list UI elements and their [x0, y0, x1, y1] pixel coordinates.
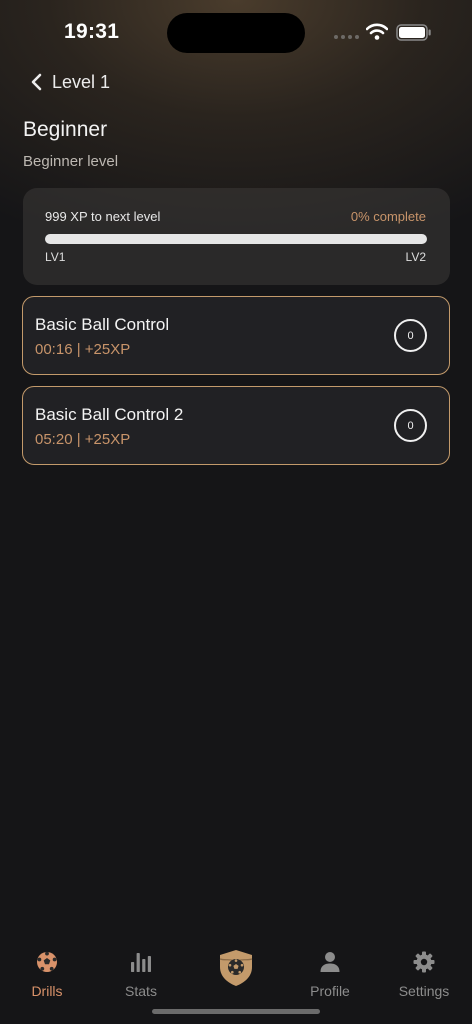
- battery-icon: [396, 24, 431, 41]
- tab-label: Profile: [310, 983, 350, 999]
- status-bar: 19:31: [0, 0, 472, 64]
- gear-icon: [413, 951, 435, 973]
- xp-to-next-level: 999 XP to next level: [45, 209, 161, 224]
- tab-label: Stats: [125, 983, 157, 999]
- drill-duration-xp: 00:16 | +25XP: [35, 341, 131, 358]
- bar-chart-icon: [131, 953, 151, 972]
- tab-settings[interactable]: Settings: [384, 950, 464, 999]
- status-time: 19:31: [64, 20, 120, 43]
- wifi-icon: [366, 23, 388, 40]
- tab-drills[interactable]: Drills: [7, 950, 87, 999]
- percent-complete: 0% complete: [350, 209, 426, 224]
- home-indicator: [152, 1009, 320, 1014]
- person-icon: [320, 952, 340, 972]
- tab-home[interactable]: [196, 948, 276, 988]
- drill-title: Basic Ball Control 2: [35, 405, 184, 424]
- shield-ball-icon: [219, 950, 253, 986]
- next-level-label: LV2: [405, 250, 426, 264]
- drill-duration-xp: 05:20 | +25XP: [35, 431, 131, 448]
- tab-stats[interactable]: Stats: [101, 950, 181, 999]
- back-label: Level 1: [52, 71, 111, 92]
- tab-profile[interactable]: Profile: [290, 950, 370, 999]
- back-button[interactable]: Level 1: [30, 70, 110, 94]
- progress-card: 999 XP to next level 0% complete LV1 LV2: [23, 188, 450, 285]
- current-level-label: LV1: [45, 250, 66, 264]
- level-title: Beginner: [23, 118, 108, 141]
- tab-label: Settings: [398, 983, 450, 999]
- cellular-signal-icon: [334, 35, 359, 39]
- drill-title: Basic Ball Control: [35, 315, 170, 334]
- progress-bar: [45, 234, 427, 244]
- level-subtitle: Beginner level: [23, 153, 119, 170]
- drill-card[interactable]: Basic Ball Control 00:16 | +25XP 0: [22, 296, 450, 375]
- soccer-ball-icon: [37, 951, 57, 972]
- tab-label: Drills: [31, 983, 63, 999]
- dynamic-island: [167, 13, 305, 53]
- drill-completion-count: 0: [394, 409, 427, 442]
- drill-completion-count: 0: [394, 319, 427, 352]
- drill-card[interactable]: Basic Ball Control 2 05:20 | +25XP 0: [22, 386, 450, 465]
- chevron-left-icon: [31, 73, 42, 91]
